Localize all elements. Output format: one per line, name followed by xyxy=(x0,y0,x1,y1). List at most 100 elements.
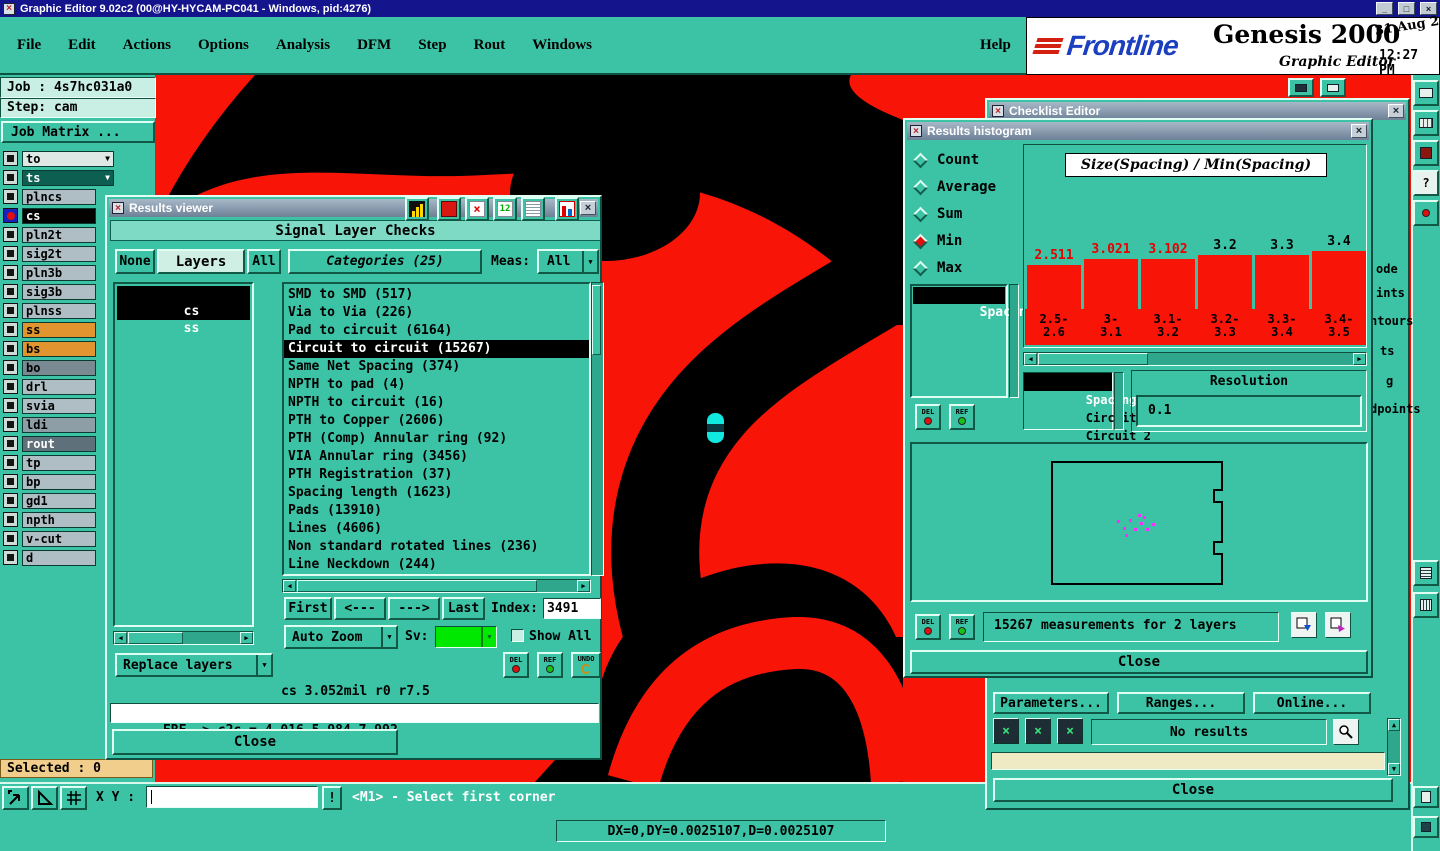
ranges-button[interactable]: Ranges... xyxy=(1117,692,1245,714)
scroll-down-icon[interactable]: ▼ xyxy=(1388,763,1400,775)
maximize-button[interactable]: □ xyxy=(1398,2,1415,15)
layer-row-plnss[interactable]: plnss xyxy=(3,302,96,319)
histogram-close-button[interactable]: Close xyxy=(910,650,1368,674)
check-item-selected[interactable]: Circuit to circuit (15267) xyxy=(284,340,589,358)
layers-tool-button[interactable] xyxy=(1320,78,1346,97)
show-all-checkbox[interactable] xyxy=(511,629,524,642)
layer-row-bo[interactable]: bo xyxy=(3,359,96,376)
layer-button[interactable]: drl xyxy=(22,378,96,395)
help-tool-button[interactable]: ? xyxy=(1413,170,1439,196)
menu-actions[interactable]: Actions xyxy=(123,37,171,54)
layer-visibility-toggle[interactable] xyxy=(3,341,18,356)
layer-visibility-toggle[interactable] xyxy=(3,512,18,527)
histogram-layer-list[interactable]: Spacing Circuit 1 Circuit 2 xyxy=(1023,372,1151,443)
measure-list-vscrollbar[interactable] xyxy=(1009,284,1019,398)
menu-options[interactable]: Options xyxy=(198,37,249,54)
chip2-tool-button[interactable] xyxy=(1413,592,1439,618)
resize-corner-button[interactable] xyxy=(1413,816,1439,838)
histogram-bar[interactable] xyxy=(1084,259,1138,309)
layer-button[interactable]: ss xyxy=(22,321,96,338)
layer-visibility-toggle[interactable] xyxy=(3,170,18,185)
all-button[interactable]: All xyxy=(247,249,281,274)
none-button[interactable]: None xyxy=(115,249,155,274)
checklist-vscrollbar[interactable]: ▲ ▼ xyxy=(1387,718,1401,776)
histogram-bar[interactable] xyxy=(1141,259,1195,309)
angle-measure-tool[interactable] xyxy=(31,786,58,810)
sv-color-field[interactable]: ▼ xyxy=(435,626,497,648)
layer-row-ss[interactable]: ss xyxy=(3,321,96,338)
xy-input[interactable] xyxy=(146,786,318,808)
export-table-button[interactable] xyxy=(1291,612,1317,638)
stat-radio-count[interactable]: Count xyxy=(912,150,979,170)
results-histogram-titlebar[interactable]: × Results histogram × xyxy=(907,122,1369,140)
radio-diamond-selected-icon[interactable] xyxy=(912,233,929,249)
last-button[interactable]: Last xyxy=(442,597,485,620)
layer-row-rout[interactable]: rout xyxy=(3,435,96,452)
next-button[interactable]: ---> xyxy=(388,597,440,620)
layer-row-bs[interactable]: bs xyxy=(3,340,96,357)
layer-button[interactable]: plnss xyxy=(22,302,96,319)
layer-button[interactable]: to ▼ xyxy=(22,150,114,167)
delete-histogram-button[interactable]: DEL xyxy=(915,404,941,430)
layer-row-npth[interactable]: npth xyxy=(3,511,96,528)
layer-button[interactable]: rout xyxy=(22,435,96,452)
check-item[interactable]: NPTH to circuit (16) xyxy=(284,394,589,412)
layer-row-plncs[interactable]: plncs xyxy=(3,188,96,205)
stat-radio-max[interactable]: Max xyxy=(912,258,962,278)
close-icon[interactable]: × xyxy=(1351,124,1367,138)
menu-rout[interactable]: Rout xyxy=(474,37,506,54)
dark-tool-button[interactable] xyxy=(1413,140,1439,166)
parameters-button[interactable]: Parameters... xyxy=(993,692,1109,714)
layer-visibility-toggle[interactable] xyxy=(3,265,18,280)
run-check-icon-button[interactable]: × xyxy=(993,718,1019,744)
scroll-left-icon[interactable]: ◀ xyxy=(114,632,127,644)
histogram-icon-button[interactable] xyxy=(555,197,579,221)
refresh-histogram-button[interactable]: REF xyxy=(949,404,975,430)
auto-zoom-dropdown[interactable]: Auto Zoom ▼ xyxy=(284,625,398,649)
scroll-thumb[interactable] xyxy=(1038,353,1148,365)
radio-diamond-icon[interactable] xyxy=(912,206,929,222)
zoom-results-button[interactable] xyxy=(1333,719,1359,745)
close-icon[interactable]: × xyxy=(1388,104,1404,118)
layer-list-hscrollbar[interactable]: ◀ ▶ xyxy=(113,631,254,645)
check-item[interactable]: Via to Via (226) xyxy=(284,304,589,322)
window-tool-button[interactable] xyxy=(1413,80,1439,106)
layer-visibility-toggle[interactable] xyxy=(3,493,18,508)
layer-visibility-toggle[interactable] xyxy=(3,474,18,489)
check-item[interactable]: VIA Annular ring (3456) xyxy=(284,448,589,466)
stat-radio-average[interactable]: Average xyxy=(912,177,996,197)
job-matrix-button[interactable]: Job Matrix ... xyxy=(1,121,155,143)
index-input[interactable] xyxy=(543,598,601,619)
layer-row-d[interactable]: d xyxy=(3,549,96,566)
layer-row-vcut[interactable]: v-cut xyxy=(3,530,96,547)
grid-tool[interactable] xyxy=(60,786,87,810)
layer-button[interactable]: d xyxy=(22,549,96,566)
results-viewer-close-button[interactable]: Close xyxy=(112,729,398,755)
layer-visibility-toggle[interactable] xyxy=(3,550,18,565)
checklist-close-button[interactable]: Close xyxy=(993,778,1393,802)
layer-button[interactable]: bs xyxy=(22,340,96,357)
list-item-selected[interactable]: Spacing xyxy=(1024,373,1136,407)
check-item[interactable]: PTH Registration (37) xyxy=(284,466,589,484)
minimize-button[interactable]: _ xyxy=(1376,2,1393,15)
page-corner-button[interactable] xyxy=(1413,786,1439,808)
window-titlebar[interactable]: × Graphic Editor 9.02c2 (00@HY-HYCAM-PC0… xyxy=(0,0,1440,17)
layer-button[interactable]: gd1 xyxy=(22,492,96,509)
check-item[interactable]: PTH to Copper (2606) xyxy=(284,412,589,430)
select-corner-tool[interactable] xyxy=(2,786,29,810)
layer-button[interactable]: bp xyxy=(22,473,96,490)
layer-visibility-toggle[interactable] xyxy=(3,379,18,394)
run-check-icon-button[interactable]: × xyxy=(1057,718,1083,744)
chart-hscrollbar[interactable]: ◀ ▶ xyxy=(1023,352,1367,366)
snapshot-tool-button[interactable] xyxy=(1288,78,1314,97)
export-chart-button[interactable] xyxy=(1325,612,1351,638)
layer-row-cs[interactable]: cs xyxy=(3,207,96,224)
layer-button[interactable]: tp xyxy=(22,454,96,471)
radio-diamond-icon[interactable] xyxy=(912,152,929,168)
stat-radio-min-selected[interactable]: Min xyxy=(912,231,962,251)
categories-dropdown[interactable]: Categories (25) xyxy=(288,249,482,274)
first-button[interactable]: First xyxy=(284,597,332,620)
checks-vscrollbar[interactable] xyxy=(591,282,604,576)
refresh-result-button[interactable]: REF xyxy=(537,652,563,678)
scroll-right-icon[interactable]: ▶ xyxy=(577,580,590,592)
